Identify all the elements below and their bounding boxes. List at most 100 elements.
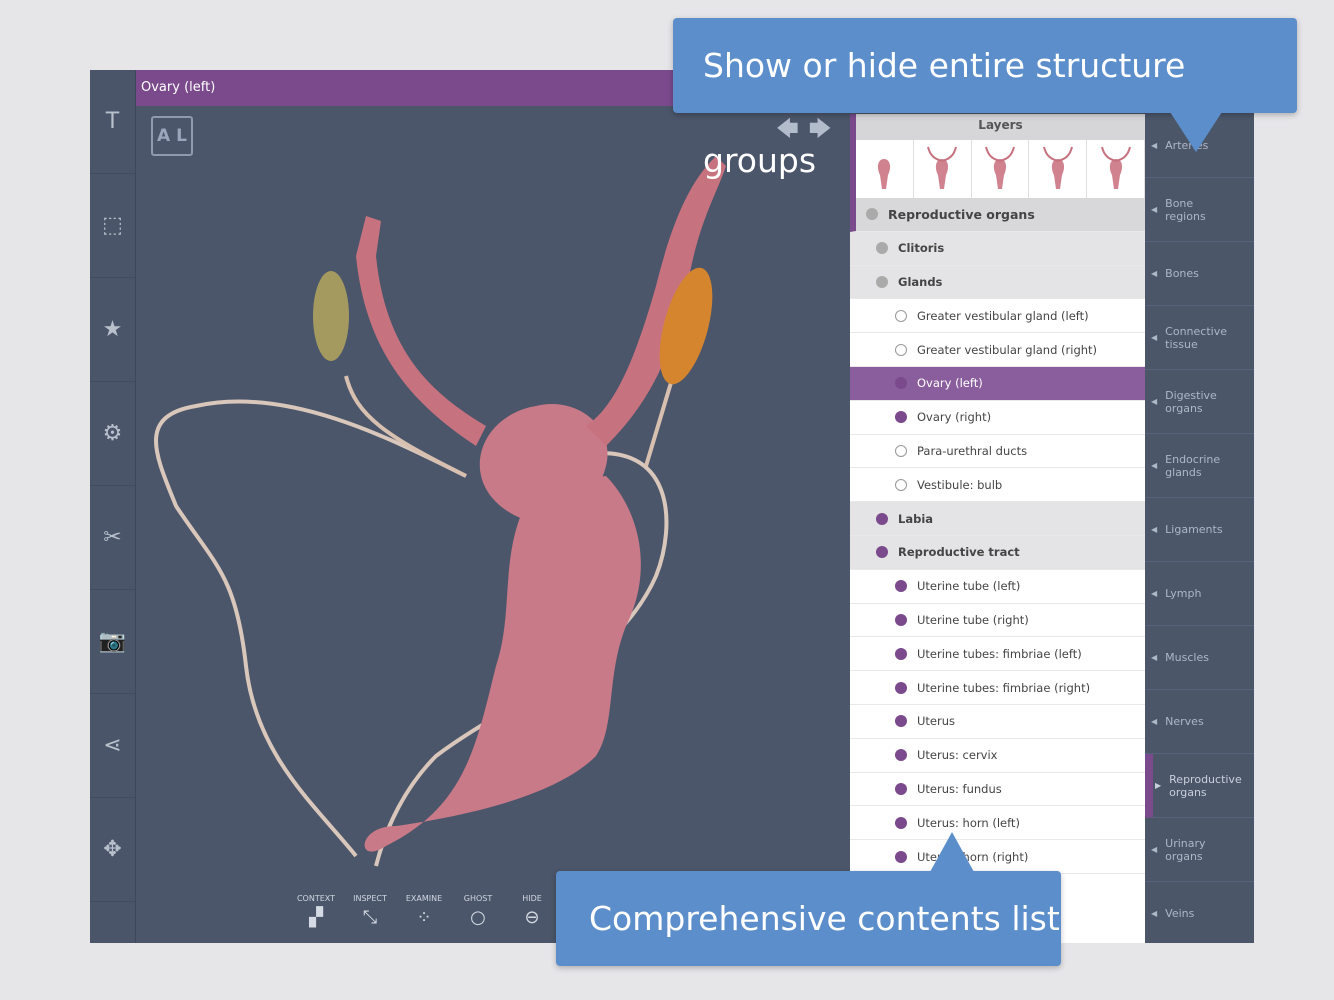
group-urinary-organs[interactable]: ◀ Urinary organs xyxy=(1145,818,1254,882)
contents-list-panel: Layers Reproductive organs Clitoris Glands… xyxy=(850,114,1145,943)
move-icon[interactable]: ✥ xyxy=(90,798,135,902)
caret-icon: ◀ xyxy=(1151,589,1158,598)
visibility-toggle[interactable] xyxy=(895,309,907,322)
layer-thumbnail[interactable] xyxy=(914,140,972,198)
group-digestive-organs[interactable]: ◀ Digestive organs xyxy=(1145,370,1254,434)
list-item-label: Clitoris xyxy=(898,241,945,256)
visibility-toggle[interactable] xyxy=(895,444,907,457)
list-item-label: Labia xyxy=(898,511,934,526)
list-item[interactable]: Clitoris xyxy=(850,231,1145,266)
group-muscles[interactable]: ◀ Muscles xyxy=(1145,626,1254,690)
ghost-icon: ○ xyxy=(470,907,486,928)
visibility-toggle[interactable] xyxy=(895,613,907,626)
group-connective-tissue[interactable]: ◀ Connective tissue xyxy=(1145,306,1254,370)
list-item[interactable]: Uterus: cervix xyxy=(850,739,1145,773)
text-icon[interactable]: T xyxy=(90,70,135,174)
tool-inspect[interactable]: INSPECT ⤡ xyxy=(350,894,390,928)
star-icon[interactable]: ★ xyxy=(90,278,135,382)
caret-icon: ◀ xyxy=(1151,717,1158,726)
list-item-label: Vestibule: bulb xyxy=(917,477,1003,492)
caret-icon: ◀ xyxy=(1151,269,1158,278)
visibility-toggle[interactable] xyxy=(895,343,907,356)
visibility-toggle[interactable] xyxy=(895,749,907,762)
select-box-icon[interactable]: ⬚ xyxy=(90,174,135,278)
tool-label: CONTEXT xyxy=(296,894,336,903)
caret-icon: ◀ xyxy=(1151,653,1158,662)
visibility-toggle[interactable] xyxy=(895,377,907,390)
group-bone-regions[interactable]: ◀ Bone regions xyxy=(1145,178,1254,242)
list-item[interactable]: Uterus: horn (right) xyxy=(850,840,1145,874)
list-item[interactable]: Uterus: fundus xyxy=(850,773,1145,807)
group-nerves[interactable]: ◀ Nerves xyxy=(1145,690,1254,754)
list-item[interactable]: Vestibule: bulb xyxy=(850,468,1145,503)
list-item[interactable]: Uterine tubes: fimbriae (right) xyxy=(850,671,1145,705)
anatomy-model[interactable] xyxy=(136,106,850,943)
tool-examine[interactable]: EXAMINE ⁘ xyxy=(404,894,444,928)
structure-group-rail: ◀ Arteries ◀ Bone regions ◀ Bones ◀ Connective … xyxy=(1145,114,1254,943)
list-item[interactable]: Labia xyxy=(850,502,1145,536)
caret-icon: ▶ xyxy=(1155,781,1162,790)
list-item-label: Reproductive organs xyxy=(888,206,1035,222)
visibility-toggle[interactable] xyxy=(876,275,888,288)
visibility-toggle[interactable] xyxy=(895,681,907,694)
caret-icon: ◀ xyxy=(1151,461,1158,470)
list-item[interactable]: Reproductive organs xyxy=(850,198,1145,232)
list-item-label: Ovary (right) xyxy=(917,410,992,425)
layer-thumbnail[interactable] xyxy=(856,140,914,198)
visibility-toggle[interactable] xyxy=(895,478,907,491)
share-icon[interactable]: ⋖ xyxy=(90,694,135,798)
list-item[interactable]: Ovary (right) xyxy=(850,401,1145,435)
layer-thumbnail[interactable] xyxy=(1087,140,1145,198)
visibility-toggle[interactable] xyxy=(895,816,907,829)
group-reproductive-organs[interactable]: ▶ Reproductive organs xyxy=(1145,754,1254,818)
list-item[interactable]: Uterine tube (left) xyxy=(850,570,1145,604)
tool-hide[interactable]: HIDE ⊖ xyxy=(512,894,552,928)
visibility-toggle[interactable] xyxy=(866,208,878,221)
visibility-toggle[interactable] xyxy=(895,411,907,424)
3d-viewport[interactable]: A L 🡄🡆 CONTEXT▞INSPECT⤡EXAMINE⁘GHOST○HID… xyxy=(136,106,850,943)
list-item[interactable]: Greater vestibular gland (right) xyxy=(850,333,1145,367)
tools-icon[interactable]: ✂ xyxy=(90,486,135,590)
list-item[interactable]: Glands xyxy=(850,265,1145,300)
visibility-toggle[interactable] xyxy=(895,580,907,593)
tool-label: HIDE xyxy=(522,894,542,903)
visibility-toggle[interactable] xyxy=(876,546,888,559)
group-lymph[interactable]: ◀ Lymph xyxy=(1145,562,1254,626)
visibility-toggle[interactable] xyxy=(895,647,907,660)
camera-icon[interactable]: 📷 xyxy=(90,590,135,694)
visibility-toggle[interactable] xyxy=(895,715,907,728)
list-item[interactable]: Para-urethral ducts xyxy=(850,435,1145,469)
gear-icon[interactable]: ⚙ xyxy=(90,382,135,486)
list-item-label: Uterine tube (right) xyxy=(917,612,1029,627)
visibility-toggle[interactable] xyxy=(895,782,907,795)
list-item[interactable]: Reproductive tract xyxy=(850,535,1145,570)
list-item-label: Uterine tubes: fimbriae (left) xyxy=(917,646,1082,661)
group-bones[interactable]: ◀ Bones xyxy=(1145,242,1254,306)
visibility-toggle[interactable] xyxy=(876,512,888,525)
layer-thumbnail[interactable] xyxy=(972,140,1030,198)
caret-icon: ◀ xyxy=(1151,845,1158,854)
tool-context[interactable]: CONTEXT ▞ xyxy=(296,894,336,928)
list-item[interactable]: Ovary (left) xyxy=(850,366,1145,401)
group-veins[interactable]: ◀ Veins xyxy=(1145,882,1254,943)
tool-label: GHOST xyxy=(463,894,493,903)
group-ligaments[interactable]: ◀ Ligaments xyxy=(1145,498,1254,562)
list-item-label: Uterus: fundus xyxy=(917,781,1002,796)
view-mode-toolbar: CONTEXT ▞ INSPECT ⤡ EXAMINE ⁘ GHOST ○ HIDE ⊖ xyxy=(296,894,552,928)
list-item[interactable]: Uterine tubes: fimbriae (left) xyxy=(850,637,1145,672)
caret-icon: ◀ xyxy=(1151,333,1158,342)
list-item[interactable]: Uterus xyxy=(850,705,1145,739)
group-endocrine-glands[interactable]: ◀ Endocrine glands xyxy=(1145,434,1254,498)
list-item-label: Greater vestibular gland (left) xyxy=(917,308,1089,323)
callout-contents: Comprehensive contents list xyxy=(556,871,1061,966)
list-item[interactable]: Greater vestibular gland (left) xyxy=(850,299,1145,334)
list-item[interactable]: Uterus: horn (left) xyxy=(850,806,1145,841)
visibility-toggle[interactable] xyxy=(895,850,907,863)
layer-thumbnails xyxy=(850,140,1145,198)
layers-header: Layers xyxy=(850,114,1145,140)
list-item[interactable]: Uterine tube (right) xyxy=(850,604,1145,638)
visibility-toggle[interactable] xyxy=(876,242,888,255)
tool-ghost[interactable]: GHOST ○ xyxy=(458,894,498,928)
layer-thumbnail[interactable] xyxy=(1029,140,1088,198)
list-item-label: Uterine tubes: fimbriae (right) xyxy=(917,680,1091,695)
